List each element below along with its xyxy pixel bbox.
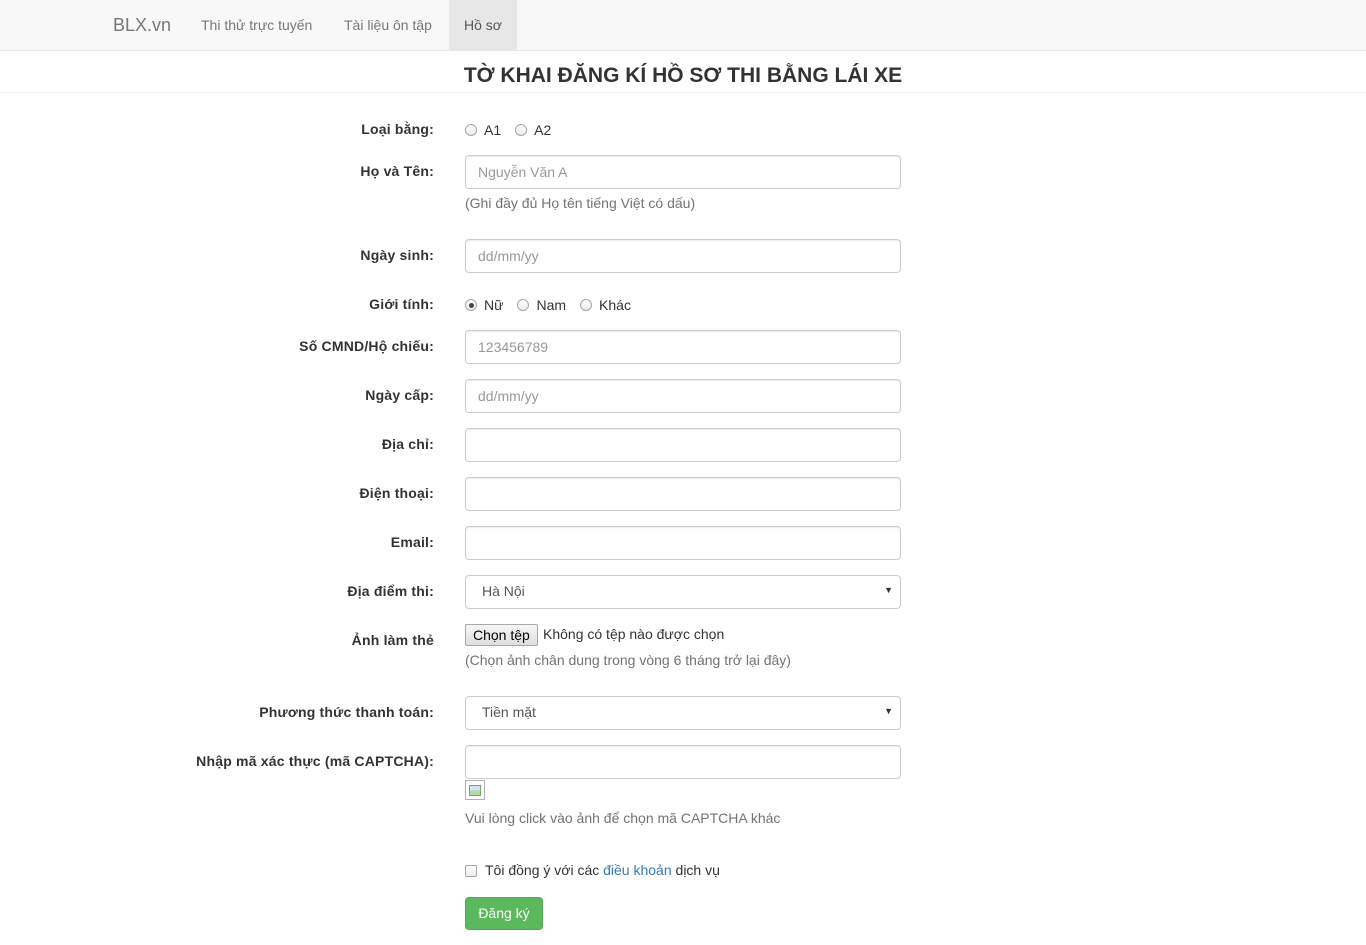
- license-option-a1-label: A1: [484, 122, 502, 138]
- radio-female[interactable]: [465, 299, 477, 311]
- photo-label: Ảnh làm thẻ: [351, 632, 434, 648]
- agree-prefix: Tôi đồng ý với các: [485, 862, 604, 878]
- gender-option-female[interactable]: Nữ: [465, 297, 503, 313]
- captcha-input[interactable]: [465, 745, 901, 779]
- page-title: TỜ KHAI ĐĂNG KÍ HỒ SƠ THI BẰNG LÁI XE: [0, 51, 1366, 93]
- exam-location-select[interactable]: Hà Nội ▼: [465, 575, 901, 609]
- birth-date-label: Ngày sinh:: [360, 247, 434, 263]
- exam-location-label: Địa điểm thi:: [347, 583, 434, 599]
- dropdown-caret-icon: ▼: [884, 706, 893, 716]
- nav-item-profile[interactable]: Hồ sơ: [449, 0, 517, 50]
- radio-other[interactable]: [580, 299, 593, 311]
- id-number-input[interactable]: [465, 330, 901, 364]
- agree-checkbox[interactable]: [465, 865, 477, 877]
- license-option-a2[interactable]: A2: [515, 122, 551, 138]
- choose-file-button[interactable]: Chọn tệp: [465, 624, 538, 646]
- license-option-a2-label: A2: [534, 122, 552, 138]
- address-label: Địa chỉ:: [381, 436, 434, 452]
- captcha-help: Vui lòng click vào ảnh để chọn mã CAPTCH…: [465, 810, 781, 826]
- file-status-text: Không có tệp nào được chọn: [543, 626, 725, 642]
- brand-link[interactable]: BLX.vn: [113, 0, 171, 50]
- nav-item-online-test[interactable]: Thi thử trực tuyến: [186, 0, 327, 50]
- agree-suffix: dịch vụ: [671, 862, 720, 878]
- phone-input[interactable]: [465, 477, 901, 511]
- captcha-image-icon[interactable]: [465, 780, 485, 800]
- full-name-input[interactable]: [465, 155, 901, 189]
- gender-option-female-label: Nữ: [484, 297, 504, 313]
- agree-text: Tôi đồng ý với các điều khoản dịch vụ: [485, 862, 720, 878]
- license-option-a1[interactable]: A1: [465, 122, 501, 138]
- phone-label: Điện thoại:: [359, 485, 434, 501]
- exam-location-value: Hà Nội: [482, 583, 525, 599]
- gender-option-other[interactable]: Khác: [580, 297, 631, 313]
- license-type-label: Loại bằng:: [361, 121, 434, 137]
- gender-label: Giới tính:: [369, 296, 434, 312]
- captcha-label: Nhập mã xác thực (mã CAPTCHA):: [196, 753, 434, 769]
- photo-help: (Chọn ảnh chân dung trong vòng 6 tháng t…: [465, 652, 791, 668]
- radio-male[interactable]: [517, 299, 530, 311]
- navbar: BLX.vn Thi thử trực tuyến Tài liệu ôn tậ…: [0, 0, 1366, 51]
- register-button[interactable]: Đăng ký: [465, 897, 543, 930]
- full-name-help: (Ghi đầy đủ Họ tên tiếng Việt có dấu): [465, 195, 696, 211]
- radio-a1[interactable]: [465, 124, 477, 136]
- full-name-label: Họ và Tên:: [360, 163, 434, 179]
- gender-option-male[interactable]: Nam: [517, 297, 566, 313]
- issue-date-label: Ngày cấp:: [365, 387, 434, 403]
- birth-date-input[interactable]: [465, 239, 901, 273]
- dropdown-caret-icon: ▼: [884, 585, 893, 595]
- email-input[interactable]: [465, 526, 901, 560]
- payment-select[interactable]: Tiền mặt ▼: [465, 696, 901, 730]
- payment-label: Phương thức thanh toán:: [259, 704, 434, 720]
- license-type-radio-group: A1 A2: [465, 120, 565, 140]
- gender-option-other-label: Khác: [599, 297, 631, 313]
- gender-option-male-label: Nam: [536, 297, 567, 313]
- terms-link[interactable]: điều khoản: [603, 862, 672, 878]
- nav-item-study-materials[interactable]: Tài liệu ôn tập: [329, 0, 447, 50]
- issue-date-input[interactable]: [465, 379, 901, 413]
- email-label: Email:: [390, 534, 434, 550]
- gender-radio-group: Nữ Nam Khác: [465, 295, 645, 315]
- payment-value: Tiền mặt: [482, 704, 536, 720]
- radio-a2[interactable]: [515, 124, 528, 136]
- id-number-label: Số CMND/Hộ chiếu:: [299, 338, 434, 354]
- address-input[interactable]: [465, 428, 901, 462]
